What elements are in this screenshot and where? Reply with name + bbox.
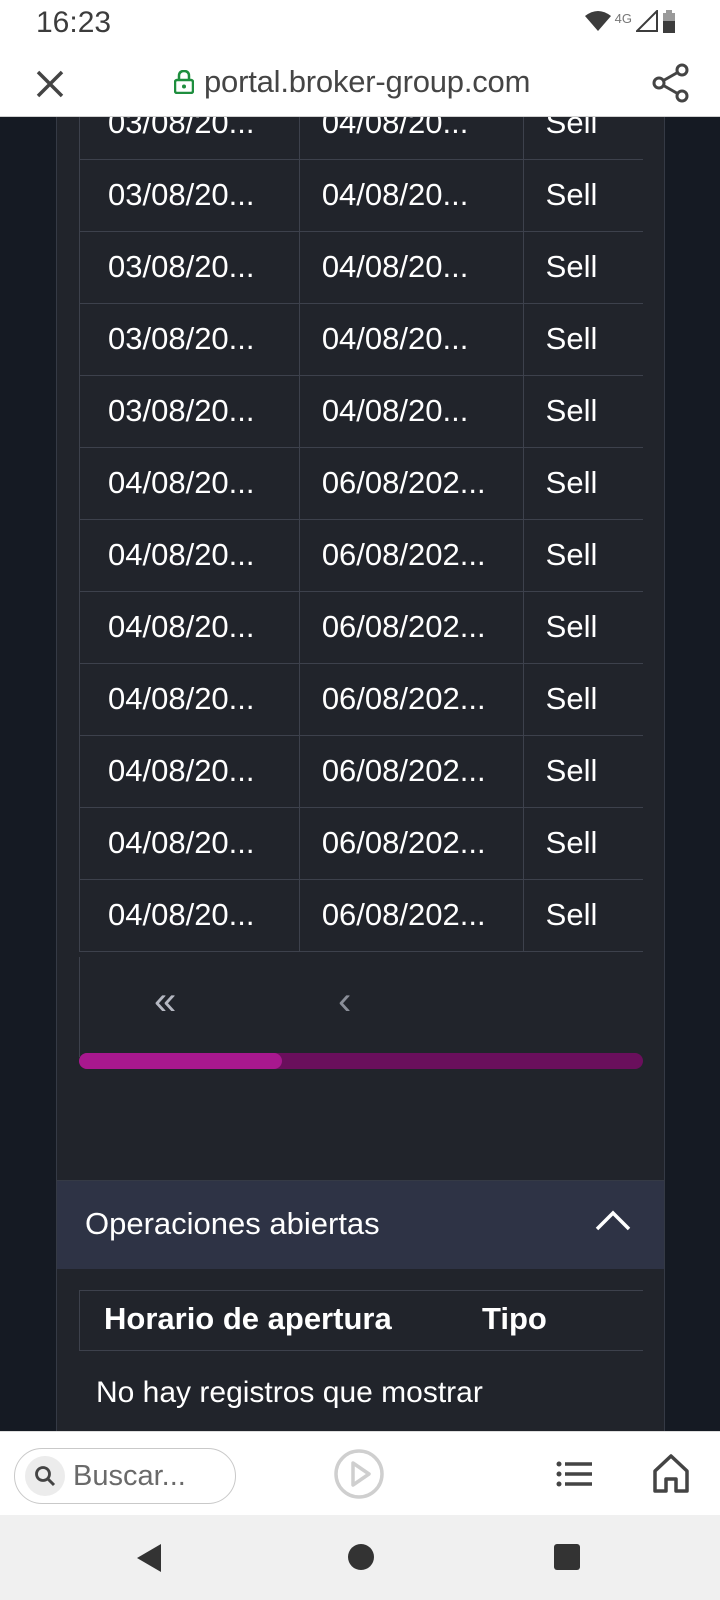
type-cell: Sell bbox=[523, 591, 643, 664]
open-date-cell: 04/08/20... bbox=[79, 807, 300, 880]
status-time: 16:23 bbox=[36, 6, 112, 39]
status-bar: 16:23 4G bbox=[0, 0, 720, 50]
search-input[interactable]: Buscar... bbox=[14, 1448, 236, 1504]
search-placeholder: Buscar... bbox=[73, 1459, 186, 1492]
table-row[interactable]: 04/08/20... 06/08/202... Sell bbox=[79, 735, 643, 808]
lock-icon bbox=[174, 70, 194, 94]
type-cell: Sell bbox=[523, 159, 643, 232]
open-date-cell: 04/08/20... bbox=[79, 663, 300, 736]
close-date-cell: 04/08/20... bbox=[298, 231, 524, 304]
trade-history-card: 03/08/20... 04/08/20... Sell 03/08/20... 04/… bbox=[56, 117, 665, 1281]
open-date-cell: 04/08/20... bbox=[79, 735, 300, 808]
empty-message: No hay registros que mostrar bbox=[96, 1376, 483, 1409]
column-header-opening-time[interactable]: Horario de apertura bbox=[104, 1301, 392, 1337]
close-date-cell: 06/08/202... bbox=[298, 735, 524, 808]
address-field[interactable]: portal.broker-group.com bbox=[174, 62, 530, 102]
table-row[interactable]: 04/08/20... 06/08/202... Sell bbox=[79, 591, 643, 664]
close-date-cell: 04/08/20... bbox=[298, 375, 524, 448]
open-date-cell: 04/08/20... bbox=[79, 447, 300, 520]
url-text: portal.broker-group.com bbox=[204, 64, 531, 99]
open-date-cell: 04/08/20... bbox=[79, 519, 300, 592]
type-cell: Sell bbox=[523, 519, 643, 592]
table-row[interactable]: 04/08/20... 06/08/202... Sell bbox=[79, 663, 643, 736]
close-date-cell: 06/08/202... bbox=[298, 591, 524, 664]
section-title: Operaciones abiertas bbox=[85, 1206, 380, 1241]
table-row[interactable]: 04/08/20... 06/08/202... Sell bbox=[79, 447, 643, 520]
table-header: Horario de apertura Tipo bbox=[80, 1291, 643, 1351]
horizontal-scrollbar[interactable] bbox=[79, 1053, 643, 1069]
table-row[interactable]: 04/08/20... 06/08/202... Sell bbox=[79, 807, 643, 880]
recent-apps-icon[interactable] bbox=[554, 1544, 580, 1570]
table-row[interactable]: 03/08/20... 04/08/20... Sell bbox=[79, 303, 643, 376]
share-icon[interactable] bbox=[650, 62, 692, 104]
open-date-cell: 04/08/20... bbox=[79, 879, 300, 952]
type-cell: Sell bbox=[523, 735, 643, 808]
previous-page-button[interactable]: ‹ bbox=[338, 979, 351, 1024]
table-row[interactable]: 03/08/20... 04/08/20... Sell bbox=[79, 375, 643, 448]
home-icon[interactable] bbox=[651, 1451, 691, 1495]
page-content[interactable]: 03/08/20... 04/08/20... Sell 03/08/20... 04/… bbox=[0, 117, 720, 1431]
trade-history-table: 03/08/20... 04/08/20... Sell 03/08/20... 04/… bbox=[79, 117, 643, 952]
list-icon[interactable] bbox=[554, 1456, 594, 1492]
type-cell: Sell bbox=[523, 117, 643, 160]
back-icon[interactable] bbox=[135, 1542, 163, 1574]
battery-icon bbox=[663, 10, 675, 33]
home-circle-icon[interactable] bbox=[348, 1544, 374, 1570]
open-date-cell: 03/08/20... bbox=[79, 375, 300, 448]
column-header-type[interactable]: Tipo bbox=[482, 1301, 547, 1337]
table-row[interactable]: 03/08/20... 04/08/20... Sell bbox=[79, 231, 643, 304]
table-row[interactable]: 03/08/20... 04/08/20... Sell bbox=[79, 117, 643, 160]
first-page-button[interactable]: « bbox=[154, 979, 176, 1024]
table-row[interactable]: 04/08/20... 06/08/202... Sell bbox=[79, 519, 643, 592]
open-date-cell: 03/08/20... bbox=[79, 117, 300, 160]
url-bar: portal.broker-group.com bbox=[0, 50, 720, 117]
scrollbar-thumb[interactable] bbox=[79, 1053, 283, 1069]
type-cell: Sell bbox=[523, 879, 643, 952]
close-icon[interactable] bbox=[30, 64, 70, 104]
open-operations-table: Horario de apertura Tipo No hay registro… bbox=[79, 1290, 643, 1409]
open-operations-header[interactable]: Operaciones abiertas bbox=[57, 1181, 664, 1269]
table-row[interactable]: 03/08/20... 04/08/20... Sell bbox=[79, 159, 643, 232]
type-cell: Sell bbox=[523, 231, 643, 304]
table-row[interactable]: 04/08/20... 06/08/202... Sell bbox=[79, 879, 643, 952]
type-cell: Sell bbox=[523, 303, 643, 376]
type-cell: Sell bbox=[523, 447, 643, 520]
open-date-cell: 04/08/20... bbox=[79, 591, 300, 664]
close-date-cell: 06/08/202... bbox=[298, 519, 524, 592]
close-date-cell: 06/08/202... bbox=[298, 879, 524, 952]
pagination: « ‹ bbox=[79, 957, 643, 1057]
open-date-cell: 03/08/20... bbox=[79, 231, 300, 304]
open-operations-card: Operaciones abiertas Horario de apertura… bbox=[56, 1180, 665, 1431]
type-cell: Sell bbox=[523, 375, 643, 448]
system-nav-bar bbox=[0, 1515, 720, 1600]
status-icons: 4G bbox=[584, 10, 676, 34]
search-icon bbox=[25, 1456, 65, 1496]
browser-toolbar: Buscar... bbox=[0, 1431, 720, 1515]
close-date-cell: 04/08/20... bbox=[298, 117, 524, 160]
type-cell: Sell bbox=[523, 807, 643, 880]
close-date-cell: 04/08/20... bbox=[298, 303, 524, 376]
network-type-label: 4G bbox=[614, 11, 632, 26]
close-date-cell: 06/08/202... bbox=[298, 447, 524, 520]
play-icon[interactable] bbox=[333, 1448, 385, 1500]
close-date-cell: 06/08/202... bbox=[298, 663, 524, 736]
close-date-cell: 06/08/202... bbox=[298, 807, 524, 880]
close-date-cell: 04/08/20... bbox=[298, 159, 524, 232]
type-cell: Sell bbox=[523, 663, 643, 736]
open-date-cell: 03/08/20... bbox=[79, 159, 300, 232]
wifi-icon bbox=[584, 11, 611, 31]
chevron-up-icon[interactable] bbox=[593, 1207, 633, 1237]
signal-icon bbox=[636, 10, 658, 32]
open-date-cell: 03/08/20... bbox=[79, 303, 300, 376]
